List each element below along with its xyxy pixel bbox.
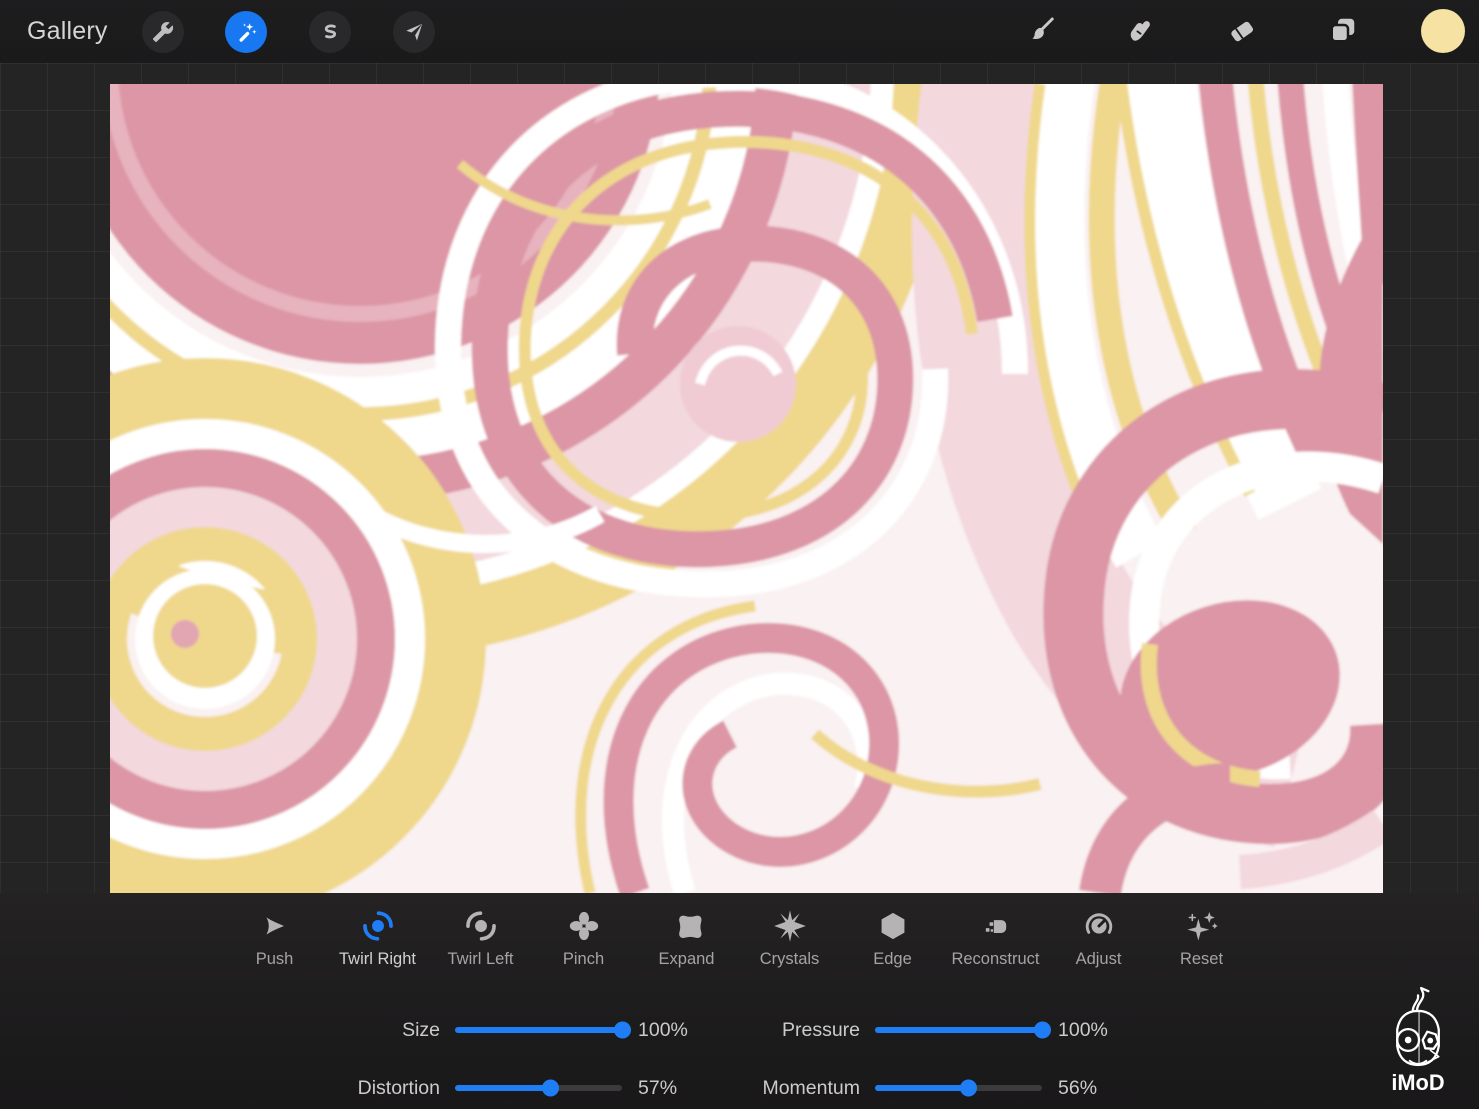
momentum-slider[interactable] [875,1085,1042,1091]
wrench-icon [152,21,174,43]
erase-button[interactable] [1225,15,1259,49]
mode-reconstruct[interactable]: Reconstruct [944,906,1047,969]
edge-icon [877,906,909,946]
momentum-slider-group: Momentum 56% [740,1075,1097,1101]
layers-button[interactable] [1326,15,1360,49]
magic-wand-icon [234,20,258,44]
liquify-modes: Push Twirl Right [223,906,1253,969]
expand-icon [671,906,703,946]
size-slider-value: 100% [638,1019,688,1042]
mode-twirl-right[interactable]: Twirl Right [326,906,429,969]
push-icon [258,906,292,946]
brush-icon [1026,15,1056,50]
selection-s-icon [319,21,341,43]
size-slider-label: Size [320,1019,440,1042]
canvas[interactable] [110,84,1383,893]
top-toolbar: Gallery [0,0,1479,63]
reset-icon [1185,906,1219,946]
distortion-slider-group: Distortion 57% [320,1075,677,1101]
adjustments-button[interactable] [225,11,267,53]
pressure-slider-value: 100% [1058,1019,1108,1042]
selection-button[interactable] [309,11,351,53]
mode-adjust[interactable]: Adjust [1047,906,1150,969]
pinch-icon [568,906,600,946]
distortion-slider-label: Distortion [320,1077,440,1100]
eraser-icon [1227,15,1257,50]
transform-button[interactable] [393,11,435,53]
smudge-button[interactable] [1124,15,1158,49]
mode-pinch[interactable]: Pinch [532,906,635,969]
adjust-icon [1083,906,1115,946]
mode-crystals[interactable]: Crystals [738,906,841,969]
twirl-right-icon [362,906,394,946]
procreate-app: Gallery [0,0,1479,1109]
pressure-slider-label: Pressure [740,1019,860,1042]
size-slider[interactable] [455,1027,622,1033]
crystals-icon [773,906,807,946]
mode-edge[interactable]: Edge [841,906,944,969]
actions-button[interactable] [142,11,184,53]
imod-watermark: iMoD [1383,986,1453,1099]
mode-reset[interactable]: Reset [1150,906,1253,969]
imod-logo-icon: iMoD [1383,986,1453,1094]
mode-expand[interactable]: Expand [635,906,738,969]
liquify-panel: Push Twirl Right [0,893,1479,1109]
momentum-slider-label: Momentum [740,1077,860,1100]
mode-twirl-left[interactable]: Twirl Left [429,906,532,969]
smudge-icon [1126,15,1156,50]
layers-icon [1328,15,1358,50]
size-slider-group: Size 100% [320,1017,688,1043]
twirl-left-icon [465,906,497,946]
distortion-slider-value: 57% [638,1077,677,1100]
paint-button[interactable] [1024,15,1058,49]
pressure-slider[interactable] [875,1027,1042,1033]
reconstruct-icon [979,906,1013,946]
distortion-slider[interactable] [455,1085,622,1091]
mode-push[interactable]: Push [223,906,326,969]
gallery-button[interactable]: Gallery [27,0,108,63]
imod-watermark-label: iMoD [1391,1070,1444,1094]
pressure-slider-group: Pressure 100% [740,1017,1108,1043]
momentum-slider-value: 56% [1058,1077,1097,1100]
transform-arrow-icon [403,21,425,43]
artwork [110,84,1383,893]
color-swatch[interactable] [1421,9,1465,53]
workspace [0,63,1479,893]
